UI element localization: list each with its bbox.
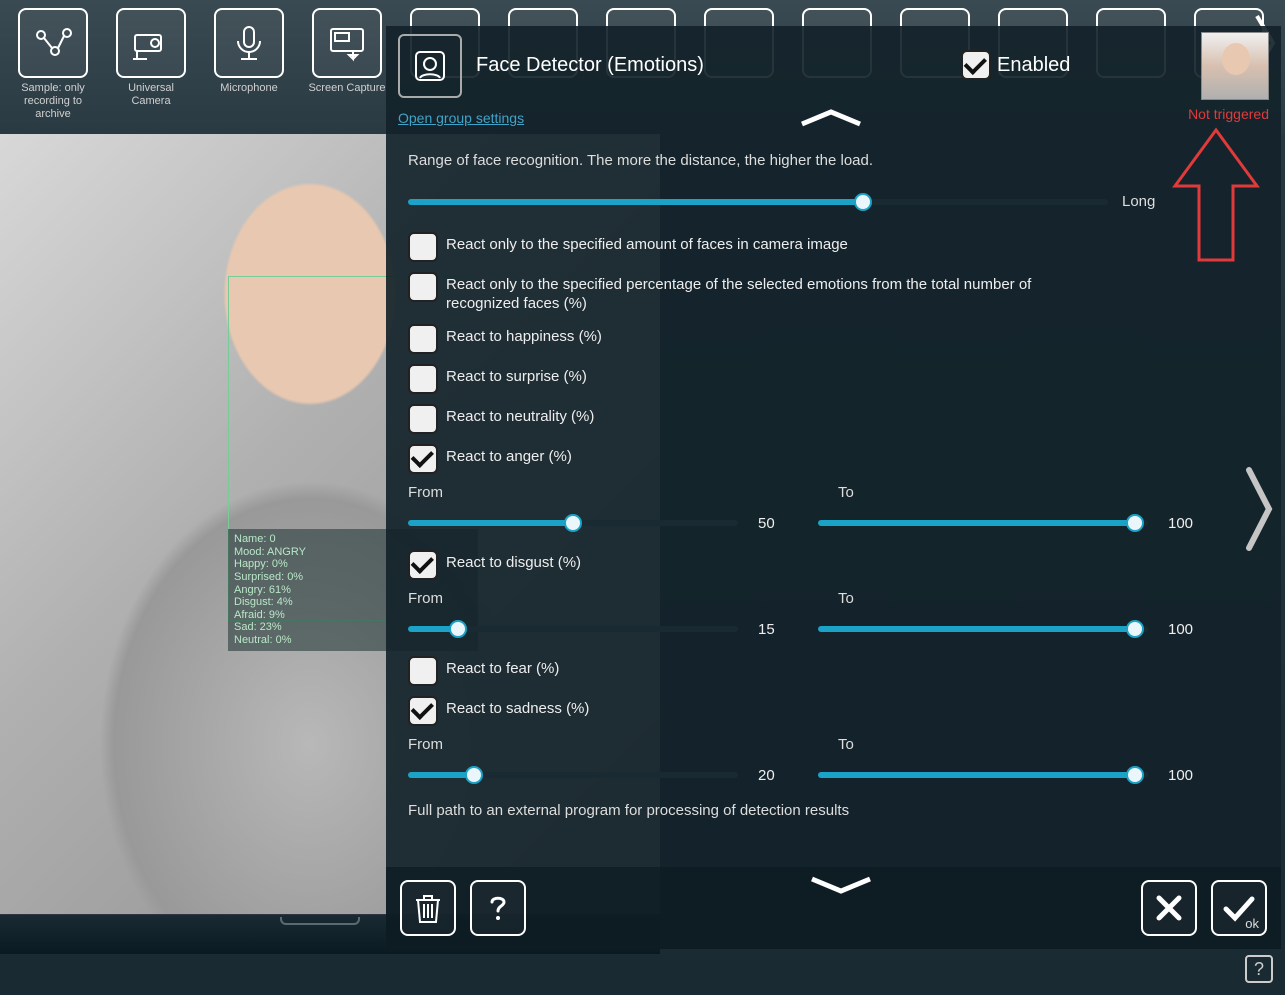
check-sadness[interactable]: React to sadness (%) — [408, 696, 1259, 726]
anger-from-value: 50 — [758, 515, 798, 532]
enabled-checkbox[interactable] — [961, 50, 991, 80]
range-description: Range of face recognition. The more the … — [408, 152, 1259, 169]
checkbox[interactable] — [408, 550, 438, 580]
camera-icon — [116, 8, 186, 78]
check-amount-faces[interactable]: React only to the specified amount of fa… — [408, 232, 1259, 262]
ok-label: ok — [1245, 916, 1259, 931]
check-label: React only to the specified percentage o… — [446, 272, 1086, 314]
check-happiness[interactable]: React to happiness (%) — [408, 324, 1259, 354]
recognition-range-slider[interactable] — [408, 199, 1108, 205]
tool-sample-archive[interactable]: Sample: only recording to archive — [10, 8, 96, 122]
collapse-up-icon[interactable] — [796, 106, 866, 130]
check-surprise[interactable]: React to surprise (%) — [408, 364, 1259, 394]
enabled-toggle[interactable]: Enabled — [961, 50, 1070, 80]
sadness-from-slider[interactable] — [408, 772, 738, 778]
checkbox[interactable] — [408, 696, 438, 726]
disgust-range: From To 15 100 — [408, 590, 1259, 638]
check-label: React to sadness (%) — [446, 696, 589, 719]
screen-capture-icon — [312, 8, 382, 78]
check-label: React to surprise (%) — [446, 364, 587, 387]
global-help-button[interactable]: ? — [1245, 955, 1273, 983]
trash-icon — [412, 890, 444, 926]
check-label: React to disgust (%) — [446, 550, 581, 573]
sadness-to-slider[interactable] — [818, 772, 1148, 778]
scroll-next-icon[interactable] — [1245, 464, 1275, 554]
graph-icon — [18, 8, 88, 78]
enabled-label: Enabled — [997, 54, 1070, 77]
anger-range: From To 50 100 — [408, 484, 1259, 532]
checkbox[interactable] — [408, 272, 438, 302]
check-disgust[interactable]: React to disgust (%) — [408, 550, 1259, 580]
face-detector-icon — [398, 34, 462, 98]
check-anger[interactable]: React to anger (%) — [408, 444, 1259, 474]
from-label: From — [408, 736, 838, 753]
check-neutrality[interactable]: React to neutrality (%) — [408, 404, 1259, 434]
check-label: React to fear (%) — [446, 656, 559, 679]
sadness-from-value: 20 — [758, 767, 798, 784]
range-end-label: Long — [1122, 193, 1166, 210]
disgust-from-value: 15 — [758, 621, 798, 638]
close-icon — [1153, 892, 1185, 924]
anger-to-value: 100 — [1168, 515, 1208, 532]
modal-title: Face Detector (Emotions) — [476, 54, 704, 77]
check-label: React to happiness (%) — [446, 324, 602, 347]
checkbox[interactable] — [408, 444, 438, 474]
tool-label: Microphone — [220, 82, 277, 95]
check-label: React only to the specified amount of fa… — [446, 232, 848, 255]
disgust-to-value: 100 — [1168, 621, 1208, 638]
to-label: To — [838, 484, 854, 501]
disgust-from-slider[interactable] — [408, 626, 738, 632]
delete-button[interactable] — [400, 880, 456, 936]
face-detector-modal: Face Detector (Emotions) Enabled Open gr… — [386, 26, 1281, 949]
checkbox[interactable] — [408, 324, 438, 354]
from-label: From — [408, 484, 838, 501]
open-group-settings-link[interactable]: Open group settings — [398, 110, 524, 126]
check-label: React to neutrality (%) — [446, 404, 594, 427]
help-button[interactable] — [470, 880, 526, 936]
recognition-range-slider-row: Long — [408, 193, 1259, 210]
collapse-down-icon[interactable] — [806, 873, 876, 897]
checkbox[interactable] — [408, 404, 438, 434]
sadness-to-value: 100 — [1168, 767, 1208, 784]
disgust-to-slider[interactable] — [818, 626, 1148, 632]
anger-from-slider[interactable] — [408, 520, 738, 526]
ext-program-label: Full path to an external program for pro… — [408, 802, 1259, 819]
anger-to-slider[interactable] — [818, 520, 1148, 526]
trigger-status: Not triggered — [1188, 106, 1269, 122]
modal-body: Range of face recognition. The more the … — [386, 134, 1281, 867]
check-fear[interactable]: React to fear (%) — [408, 656, 1259, 686]
check-pct-emotions[interactable]: React only to the specified percentage o… — [408, 272, 1259, 314]
to-label: To — [838, 736, 854, 753]
tool-universal-camera[interactable]: Universal Camera — [108, 8, 194, 108]
checkbox[interactable] — [408, 364, 438, 394]
microphone-icon — [214, 8, 284, 78]
tool-label: Universal Camera — [108, 82, 194, 108]
tool-label: Sample: only recording to archive — [10, 82, 96, 122]
check-label: React to anger (%) — [446, 444, 572, 467]
from-label: From — [408, 590, 838, 607]
modal-footer: ok — [386, 867, 1281, 949]
preview-thumbnail — [1201, 32, 1269, 100]
sadness-range: From To 20 100 — [408, 736, 1259, 784]
to-label: To — [838, 590, 854, 607]
question-icon — [484, 890, 512, 926]
checkbox[interactable] — [408, 232, 438, 262]
tool-microphone[interactable]: Microphone — [206, 8, 292, 95]
modal-header: Face Detector (Emotions) Enabled Open gr… — [386, 26, 1281, 134]
cancel-button[interactable] — [1141, 880, 1197, 936]
tool-label: Screen Capture — [308, 82, 385, 95]
tool-screen-capture[interactable]: Screen Capture — [304, 8, 390, 95]
checkbox[interactable] — [408, 656, 438, 686]
